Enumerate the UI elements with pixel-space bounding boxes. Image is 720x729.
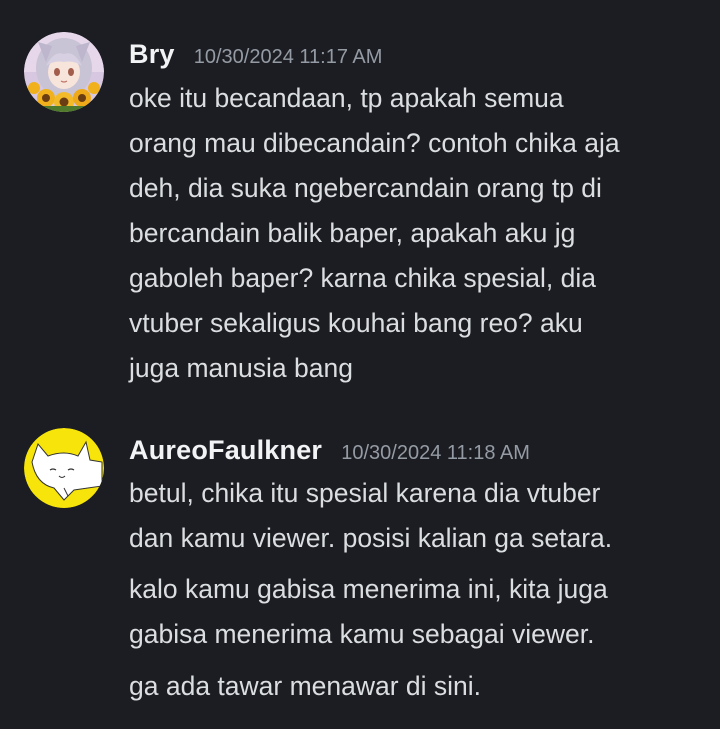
- message-header: AureoFaulkner 10/30/2024 11:18 AM: [129, 435, 530, 466]
- message-line: dan kamu viewer. posisi kalian ga setara…: [129, 523, 613, 553]
- timestamp[interactable]: 10/30/2024 11:17 AM: [194, 46, 383, 68]
- message-line: gabisa menerima kamu sebagai viewer.: [129, 619, 595, 649]
- message-line: ga ada tawar menawar di sini.: [129, 671, 482, 701]
- message-line: gaboleh baper? karna chika spesial, dia: [129, 263, 597, 293]
- white-cat-avatar-icon: [24, 428, 104, 508]
- timestamp[interactable]: 10/30/2024 11:18 AM: [341, 442, 530, 464]
- message-line: juga manusia bang: [129, 353, 353, 383]
- message-content: ga ada tawar menawar di sini.: [129, 664, 704, 709]
- message-content: oke itu becandaan, tp apakah semua orang…: [129, 76, 704, 391]
- message-line: betul, chika itu spesial karena dia vtub…: [129, 478, 601, 508]
- user-avatar-aureofaulkner[interactable]: [24, 428, 104, 508]
- message-header: Bry 10/30/2024 11:17 AM: [129, 39, 382, 70]
- message-line: bercandain balik baper, apakah aku jg: [129, 218, 576, 248]
- message-line: oke itu becandaan, tp apakah semua: [129, 83, 564, 113]
- username[interactable]: Bry: [129, 39, 175, 69]
- message-line: orang mau dibecandain? contoh chika aja: [129, 128, 620, 158]
- username[interactable]: AureoFaulkner: [129, 435, 322, 465]
- user-avatar-bry[interactable]: [24, 32, 104, 112]
- anime-girl-avatar-icon: [24, 32, 104, 112]
- message-line: kalo kamu gabisa menerima ini, kita juga: [129, 574, 608, 604]
- message-content: betul, chika itu spesial karena dia vtub…: [129, 471, 704, 561]
- message-content: kalo kamu gabisa menerima ini, kita juga…: [129, 567, 704, 657]
- message-line: vtuber sekaligus kouhai bang reo? aku: [129, 308, 583, 338]
- message-line: deh, dia suka ngebercandain orang tp di: [129, 173, 602, 203]
